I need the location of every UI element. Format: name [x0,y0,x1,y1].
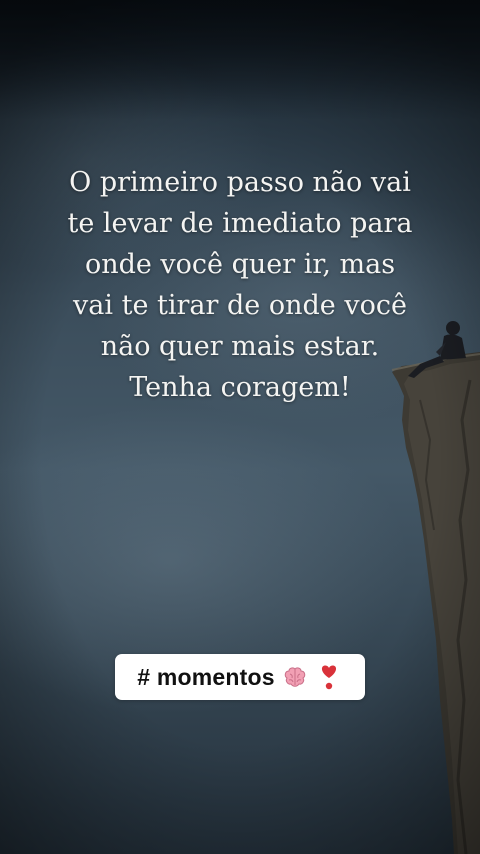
quote-line: O primeiro passo não vai [69,167,411,198]
quote-line: não quer mais estar. [100,331,380,362]
hashtag-label: # momentos [137,663,275,690]
background-photo: O primeiro passo não vai te levar de ime… [0,0,480,854]
cliff-with-person-illustration [391,321,480,854]
quote-line: vai te tirar de onde você [73,290,407,321]
heart-exclamation-emoji-icon [321,665,336,690]
quote-line: Tenha coragem! [129,372,351,403]
quote-line: onde você quer ir, mas [84,249,396,280]
quote-line: te levar de imediato para [67,208,413,239]
quote-text: O primeiro passo não vai te levar de ime… [30,162,450,408]
hashtag-sticker: # momentos [115,654,365,700]
brain-emoji-icon [284,667,305,687]
